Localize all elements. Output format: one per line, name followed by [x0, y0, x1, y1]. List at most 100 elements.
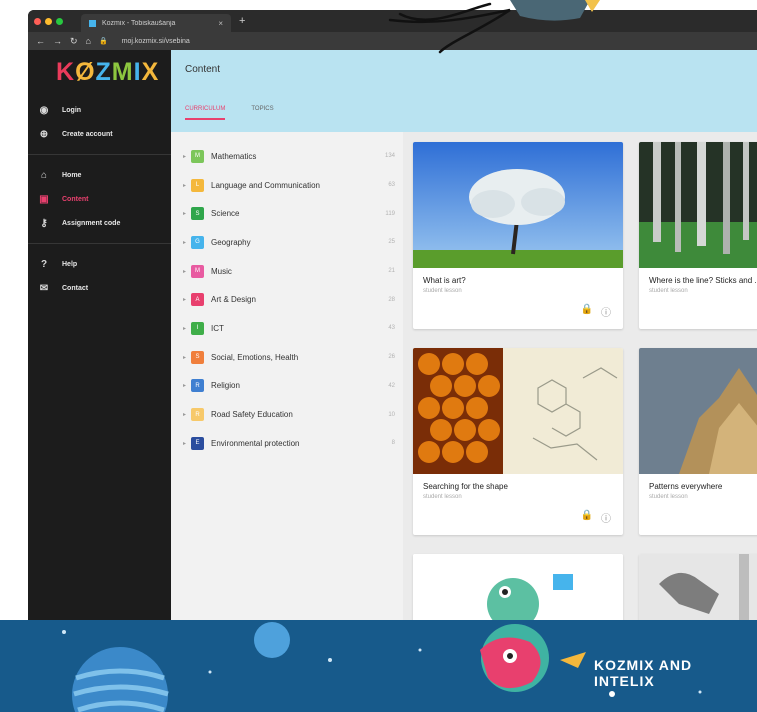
- road-safety-icon: R: [191, 408, 204, 422]
- sidebar: KØZMIX ◉ Login ⊕ Create account ⌂ Home ▣…: [28, 50, 171, 630]
- content-icon: ▣: [39, 193, 49, 205]
- card-subtitle: student lesson: [423, 494, 462, 500]
- favicon-icon: [89, 19, 96, 27]
- card-title: Patterns everywhere: [649, 482, 723, 491]
- tree-image: [413, 142, 623, 268]
- user-add-icon: ⊕: [39, 128, 49, 140]
- category-item[interactable]: ▸ M Mathematics 134: [171, 142, 403, 171]
- caret-right-icon: ▸: [183, 412, 187, 419]
- category-item[interactable]: ▸ I ICT 43: [171, 314, 403, 343]
- url-field[interactable]: moj.kozmix.si/vsebina: [122, 38, 190, 45]
- tab-title: Kozmix - Tobiskaušanja: [102, 19, 176, 27]
- card-subtitle: student lesson: [649, 494, 688, 500]
- key-icon: ⚷: [40, 217, 48, 229]
- help-icon: ?: [40, 258, 48, 270]
- lesson-card[interactable]: [639, 554, 757, 630]
- caret-right-icon: ▸: [183, 297, 187, 304]
- category-item[interactable]: ▸ A Art & Design 28: [171, 285, 403, 314]
- category-item[interactable]: ▸ L Language and Communication 63: [171, 171, 403, 200]
- lesson-card[interactable]: [413, 554, 623, 630]
- mathematics-icon: M: [191, 149, 204, 163]
- info-icon[interactable]: ⓘ: [601, 304, 611, 319]
- sidebar-item-label: Content: [62, 195, 89, 203]
- illustration-image: [413, 554, 623, 630]
- sidebar-item-label: Login: [62, 106, 82, 114]
- lesson-card[interactable]: Patterns everywhere student lesson: [639, 348, 757, 535]
- caret-right-icon: ▸: [183, 211, 187, 218]
- content-body: ▸ M Mathematics 134 ▸ L Language and Communic…: [171, 132, 757, 630]
- address-bar: ← → ↻ ⌂ 🔒 moj.kozmix.si/vsebina: [28, 32, 757, 50]
- category-item[interactable]: ▸ E Environmental protection 8: [171, 429, 403, 458]
- close-window-icon[interactable]: [34, 17, 41, 25]
- tab-topics[interactable]: TOPICS: [251, 106, 273, 120]
- user-icon: ◉: [39, 104, 49, 116]
- card-subtitle: student lesson: [423, 288, 462, 294]
- caret-right-icon: ▸: [183, 268, 187, 275]
- info-icon[interactable]: ⓘ: [601, 510, 611, 525]
- statue-image: [639, 554, 757, 630]
- category-item[interactable]: ▸ S Social, Emotions, Health 26: [171, 343, 403, 372]
- art-design-icon: A: [191, 293, 204, 307]
- lesson-card[interactable]: Searching for the shape student lesson 🔒…: [413, 348, 623, 535]
- forest-image: [639, 142, 757, 268]
- sidebar-item-create-account[interactable]: ⊕ Create account: [28, 122, 171, 146]
- category-item[interactable]: ▸ M Music 21: [171, 257, 403, 286]
- music-icon: M: [191, 264, 204, 278]
- content-tabs: CURRICULUM TOPICS: [185, 106, 274, 120]
- sidebar-item-label: Create account: [62, 130, 113, 138]
- caret-right-icon: ▸: [183, 440, 187, 447]
- science-icon: S: [191, 207, 204, 221]
- tab-curriculum[interactable]: CURRICULUM: [185, 106, 226, 120]
- sidebar-item-content[interactable]: ▣ Content: [28, 187, 171, 211]
- lock-icon: 🔒: [98, 38, 108, 45]
- category-item[interactable]: ▸ R Road Safety Education 10: [171, 400, 403, 429]
- sidebar-divider: [28, 154, 171, 155]
- back-icon[interactable]: ←: [36, 36, 45, 46]
- lesson-cards: What is art? student lesson 🔒 ⓘ Where is…: [403, 132, 757, 630]
- sidebar-item-home[interactable]: ⌂ Home: [28, 163, 171, 187]
- reload-icon[interactable]: ↻: [70, 36, 78, 47]
- lesson-card[interactable]: Where is the line? Sticks and ... studen…: [639, 142, 757, 329]
- sidebar-divider: [28, 243, 171, 244]
- kozmix-logo[interactable]: KØZMIX: [28, 58, 171, 98]
- browser-window: Kozmix - Tobiskaušanja × + ← → ↻ ⌂ 🔒 moj…: [28, 10, 757, 630]
- category-item[interactable]: ▸ G Geography 25: [171, 228, 403, 257]
- promo-banner: KOZMIX AND INTELIX: [0, 620, 757, 712]
- app: KØZMIX ◉ Login ⊕ Create account ⌂ Home ▣…: [28, 50, 757, 630]
- sidebar-item-help[interactable]: ? Help: [28, 252, 171, 276]
- mail-icon: ✉: [39, 282, 49, 294]
- page-title: Content: [185, 64, 221, 75]
- sidebar-item-assignment-code[interactable]: ⚷ Assignment code: [28, 211, 171, 235]
- category-item[interactable]: ▸ S Science 119: [171, 199, 403, 228]
- browser-tab[interactable]: Kozmix - Tobiskaušanja ×: [81, 14, 231, 32]
- lesson-card[interactable]: What is art? student lesson 🔒 ⓘ: [413, 142, 623, 329]
- card-title: What is art?: [423, 276, 466, 285]
- card-subtitle: student lesson: [649, 288, 688, 294]
- category-item[interactable]: ▸ R Religion 42: [171, 372, 403, 401]
- sidebar-item-login[interactable]: ◉ Login: [28, 98, 171, 122]
- browser-tabbar: Kozmix - Tobiskaušanja × +: [28, 10, 757, 32]
- new-tab-button[interactable]: +: [239, 15, 245, 27]
- card-title: Searching for the shape: [423, 482, 508, 491]
- caret-right-icon: ▸: [183, 325, 187, 332]
- caret-right-icon: ▸: [183, 182, 187, 189]
- caret-right-icon: ▸: [183, 383, 187, 390]
- caret-right-icon: ▸: [183, 153, 187, 160]
- sidebar-item-contact[interactable]: ✉ Contact: [28, 276, 171, 300]
- tab-close-icon[interactable]: ×: [218, 19, 223, 28]
- caret-right-icon: ▸: [183, 354, 187, 361]
- religion-icon: R: [191, 379, 204, 393]
- minimize-window-icon[interactable]: [45, 17, 52, 25]
- language-icon: L: [191, 178, 204, 192]
- banner-title: KOZMIX AND INTELIX: [594, 657, 693, 689]
- honeycomb-image: [413, 348, 623, 474]
- sidebar-item-label: Help: [62, 260, 78, 268]
- temple-image: [639, 348, 757, 474]
- lock-icon: 🔒: [580, 304, 593, 315]
- forward-icon[interactable]: →: [53, 36, 62, 46]
- lock-icon: 🔒: [580, 510, 593, 521]
- maximize-window-icon[interactable]: [56, 17, 63, 25]
- home-browser-icon[interactable]: ⌂: [86, 36, 91, 46]
- content-header: Content CURRICULUM TOPICS: [171, 50, 757, 132]
- caret-right-icon: ▸: [183, 239, 187, 246]
